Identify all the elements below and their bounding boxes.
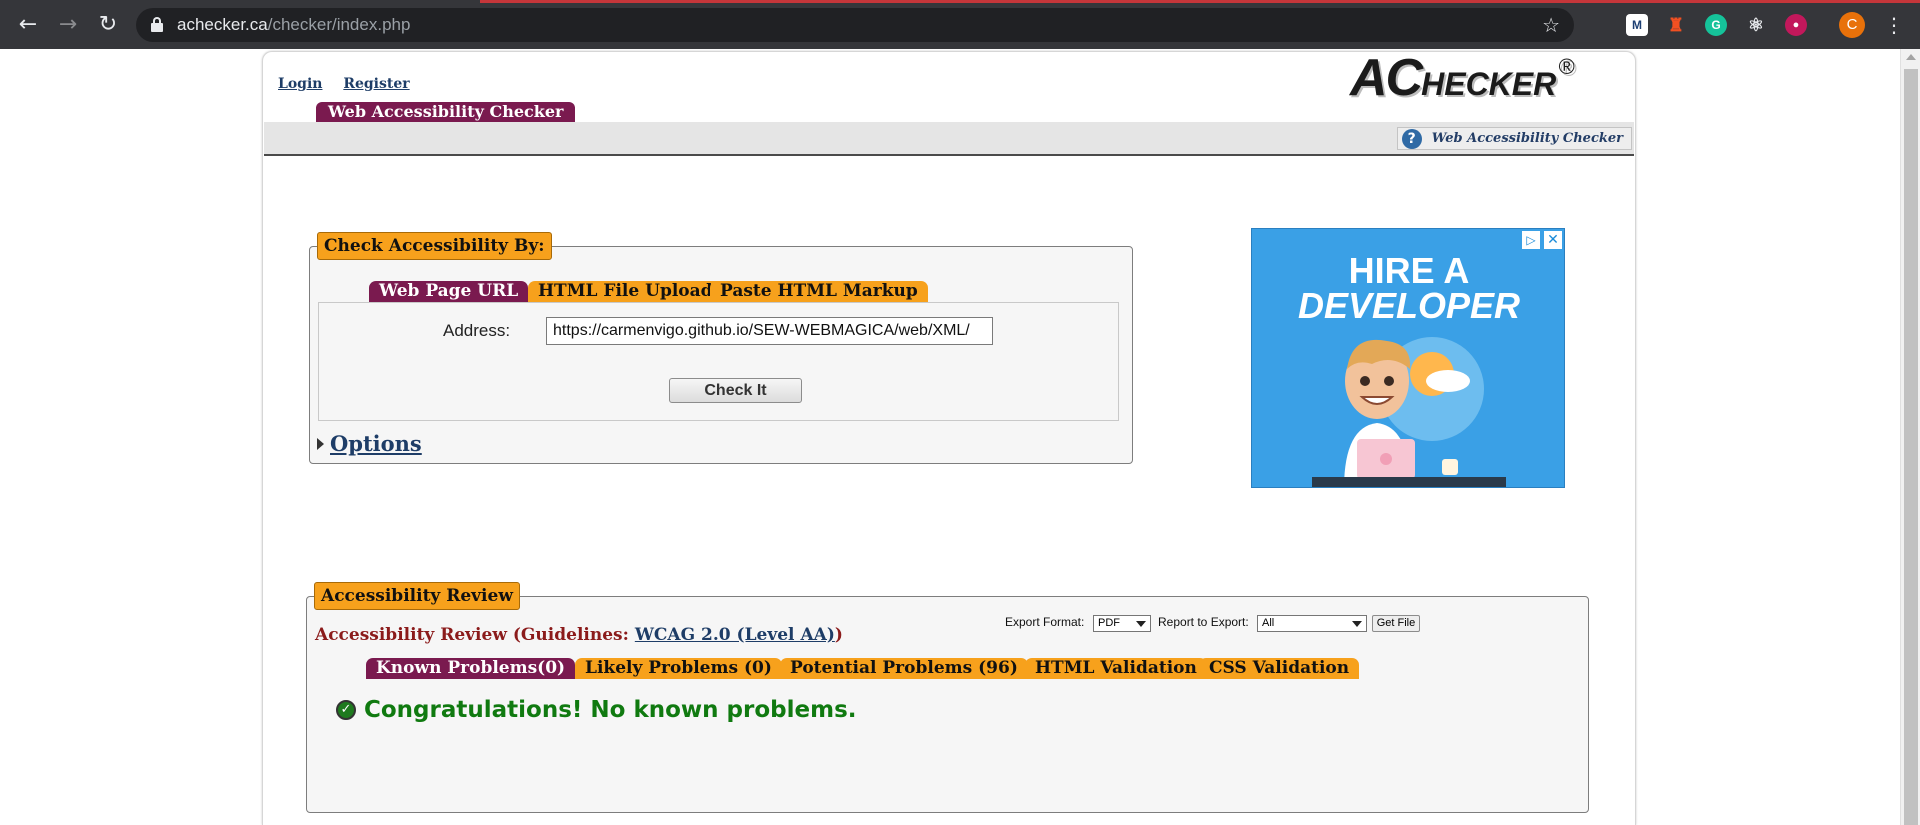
- ad-close-icon[interactable]: ✕: [1544, 231, 1562, 249]
- register-link[interactable]: Register: [343, 76, 409, 92]
- extension-icon-record[interactable]: ●: [1785, 14, 1807, 36]
- export-format-label: Export Format:: [1005, 615, 1085, 629]
- tab-potential-problems[interactable]: Potential Problems (96): [780, 658, 1028, 679]
- tab-web-page-url[interactable]: Web Page URL: [369, 281, 529, 302]
- extension-icon-figure[interactable]: ♜: [1665, 14, 1687, 36]
- address-label: Address:: [443, 321, 511, 340]
- export-format-select[interactable]: PDF: [1093, 615, 1151, 632]
- tab-html-validation[interactable]: HTML Validation: [1025, 658, 1207, 679]
- check-it-button[interactable]: Check It: [669, 378, 802, 403]
- address-input[interactable]: https://carmenvigo.github.io/SEW-WEBMAGI…: [546, 317, 993, 345]
- page-scrollbar[interactable]: [1900, 49, 1920, 825]
- tab-strip-edge: [480, 0, 1920, 3]
- advertisement[interactable]: ▷ ✕ HIRE A DEVELOPER: [1251, 228, 1565, 488]
- nav-bar: ? Web Accessibility Checker: [264, 122, 1634, 156]
- achecker-logo: ACHECKER®: [1350, 49, 1575, 107]
- review-guidelines-title: Accessibility Review (Guidelines: WCAG 2…: [315, 625, 843, 645]
- login-link[interactable]: Login: [278, 76, 322, 92]
- tab-paste-html-markup[interactable]: Paste HTML Markup: [710, 281, 928, 302]
- profile-avatar[interactable]: C: [1839, 12, 1865, 38]
- menu-kebab-icon[interactable]: ⋮: [1884, 12, 1904, 38]
- tab-likely-problems[interactable]: Likely Problems (0): [575, 658, 782, 679]
- scroll-up-arrow-icon[interactable]: [1906, 54, 1916, 60]
- accessibility-review-legend: Accessibility Review: [314, 582, 520, 610]
- help-icon: ?: [1401, 128, 1422, 149]
- help-tab[interactable]: ? Web Accessibility Checker: [1396, 127, 1632, 150]
- adchoices-icon[interactable]: ▷: [1522, 231, 1540, 249]
- help-tab-label: Web Accessibility Checker: [1431, 131, 1623, 146]
- options-toggle[interactable]: Options: [317, 431, 422, 456]
- chevron-down-icon: [1352, 621, 1362, 627]
- address-bar-url[interactable]: achecker.ca/checker/index.php: [177, 15, 410, 35]
- account-links: Login Register: [278, 76, 426, 92]
- success-message-text: Congratulations! No known problems.: [364, 697, 857, 723]
- wcag-guideline-link[interactable]: WCAG 2.0 (Level AA): [635, 625, 835, 645]
- tab-known-problems[interactable]: Known Problems(0): [366, 658, 576, 679]
- report-to-export-select[interactable]: All: [1257, 615, 1367, 632]
- report-to-export-label: Report to Export:: [1158, 615, 1249, 629]
- browser-toolbar: ← → ↻ achecker.ca/checker/index.php ☆ M …: [0, 0, 1920, 49]
- react-devtools-icon[interactable]: ⚛: [1745, 14, 1767, 36]
- back-icon[interactable]: ←: [15, 12, 41, 38]
- address-bar[interactable]: achecker.ca/checker/index.php ☆: [136, 8, 1574, 42]
- scrollbar-thumb[interactable]: [1904, 69, 1918, 825]
- bookmark-star-icon[interactable]: ☆: [1542, 13, 1560, 37]
- check-accessibility-legend: Check Accessibility By:: [317, 232, 552, 260]
- tab-css-validation[interactable]: CSS Validation: [1199, 658, 1360, 679]
- tab-html-file-upload[interactable]: HTML File Upload: [528, 281, 723, 302]
- options-label[interactable]: Options: [330, 431, 422, 456]
- forward-icon[interactable]: →: [55, 12, 81, 38]
- extension-icon-m[interactable]: M: [1626, 14, 1648, 36]
- reload-icon[interactable]: ↻: [95, 12, 121, 38]
- main-nav-tab[interactable]: Web Accessibility Checker: [316, 102, 576, 122]
- expand-triangle-icon: [317, 437, 324, 450]
- lock-icon: [151, 17, 163, 32]
- checkmark-icon: ✓: [336, 700, 356, 720]
- chevron-down-icon: [1136, 621, 1146, 627]
- get-file-button[interactable]: Get File: [1372, 615, 1420, 632]
- grammarly-icon[interactable]: G: [1705, 14, 1727, 36]
- success-message: ✓ Congratulations! No known problems.: [336, 697, 857, 723]
- ad-developer-illustration: [1312, 337, 1506, 487]
